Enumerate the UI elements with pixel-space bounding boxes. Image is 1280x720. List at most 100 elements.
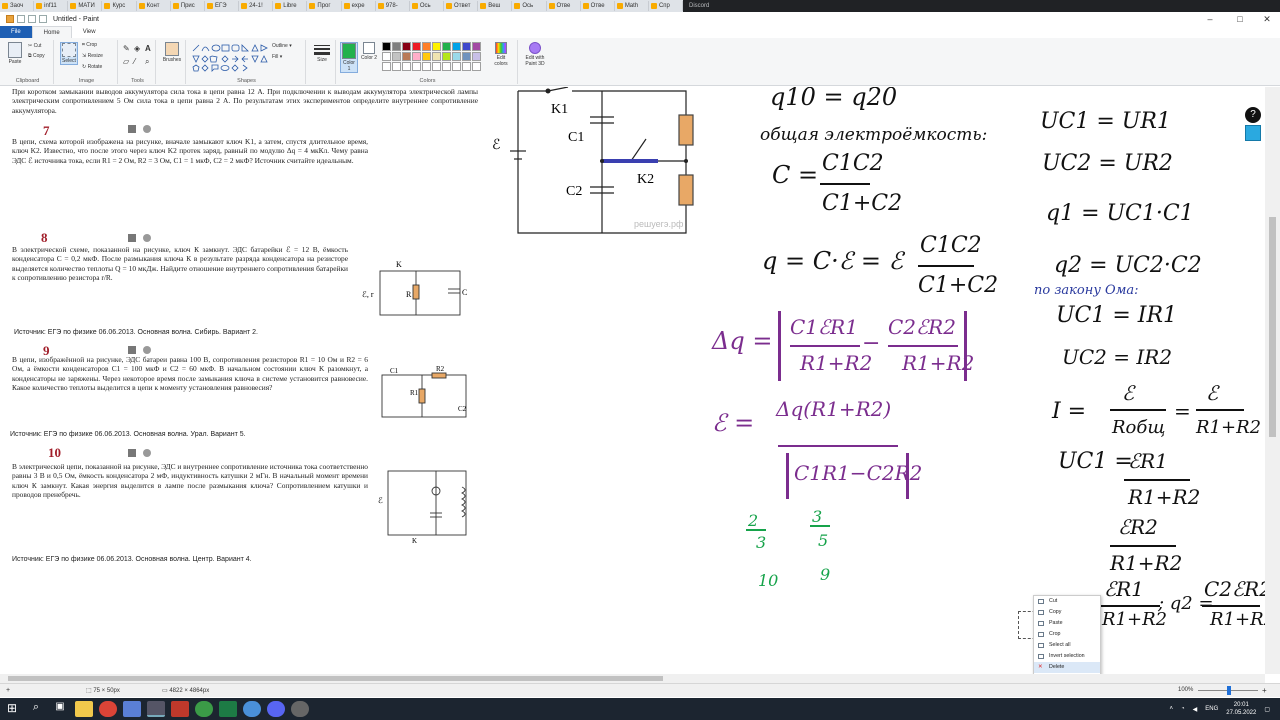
copy-button[interactable]: ⧉ Copy: [28, 53, 45, 59]
save-icon[interactable]: [17, 15, 25, 23]
browser-tab[interactable]: Прог: [307, 1, 342, 11]
context-menu-item[interactable]: ✕ Delete: [1034, 662, 1100, 673]
browser-tab[interactable]: Ось: [512, 1, 547, 11]
problem-8-info-icon[interactable]: [143, 234, 151, 242]
palette-empty-swatch[interactable]: [392, 62, 401, 71]
palette-swatch[interactable]: [462, 42, 471, 51]
palette-swatch[interactable]: [452, 52, 461, 61]
context-menu-item[interactable]: Paste: [1034, 618, 1100, 629]
paint3d-button[interactable]: Edit with Paint 3D: [522, 42, 548, 67]
palette-empty-swatch[interactable]: [432, 62, 441, 71]
app-icon-3[interactable]: [195, 701, 213, 717]
problem-9-print-icon[interactable]: [128, 346, 136, 354]
hint-lightbulb-icon[interactable]: ?: [1245, 107, 1261, 123]
palette-empty-swatch[interactable]: [442, 62, 451, 71]
palette-swatch[interactable]: [442, 42, 451, 51]
problem-7-info-icon[interactable]: [143, 125, 151, 133]
palette-swatch[interactable]: [472, 42, 481, 51]
tab-view[interactable]: View: [72, 26, 107, 38]
palette-swatch[interactable]: [422, 52, 431, 61]
shapes-gallery[interactable]: [191, 43, 269, 73]
app-icon-5[interactable]: [291, 701, 309, 717]
browser-tab[interactable]: Курс: [102, 1, 137, 11]
palette-swatch[interactable]: [422, 42, 431, 51]
browser-tab[interactable]: Прис: [171, 1, 205, 11]
paste-button[interactable]: Paste: [6, 42, 24, 65]
horizontal-scrollbar[interactable]: [0, 674, 1265, 683]
color-picker-icon[interactable]: ⁄: [134, 57, 135, 66]
palette-swatch[interactable]: [432, 42, 441, 51]
palette-empty-swatch[interactable]: [462, 62, 471, 71]
zoom-slider-thumb[interactable]: [1227, 686, 1231, 695]
context-menu-item[interactable]: Crop: [1034, 629, 1100, 640]
close-button[interactable]: ✕: [1252, 12, 1280, 26]
palette-swatch[interactable]: [402, 42, 411, 51]
tab-home[interactable]: Home: [31, 26, 72, 38]
browser-tab[interactable]: Math: [615, 1, 649, 11]
tray-up-icon[interactable]: ˄: [1170, 706, 1174, 712]
size-button[interactable]: Size: [312, 43, 332, 63]
browser-tab[interactable]: 978-: [376, 1, 410, 11]
palette-swatch[interactable]: [412, 42, 421, 51]
context-menu-item[interactable]: Invert selection: [1034, 651, 1100, 662]
undo-icon[interactable]: [28, 15, 36, 23]
browser-tab[interactable]: inf11: [34, 1, 69, 11]
pencil-icon[interactable]: ✎: [123, 44, 130, 53]
horizontal-scroll-thumb[interactable]: [8, 676, 663, 681]
magnifier-icon[interactable]: ⌕: [145, 57, 149, 67]
palette-empty-swatch[interactable]: [412, 62, 421, 71]
browser-tab[interactable]: 24-1!: [239, 1, 274, 11]
text-tool-icon[interactable]: A: [145, 44, 151, 53]
vertical-scrollbar[interactable]: [1265, 87, 1280, 674]
paint-taskbar-icon[interactable]: [147, 701, 165, 717]
palette-swatch[interactable]: [382, 42, 391, 51]
edit-colors-button[interactable]: Edit colors: [490, 42, 512, 67]
browser-tab[interactable]: expe: [342, 1, 376, 11]
resize-button[interactable]: ⇲ Resize: [82, 53, 103, 59]
maximize-button[interactable]: □: [1225, 12, 1255, 26]
palette-swatch[interactable]: [392, 52, 401, 61]
tab-file[interactable]: File: [0, 26, 32, 38]
browser-tab[interactable]: Веш: [478, 1, 513, 11]
file-explorer-icon[interactable]: [75, 701, 93, 717]
brushes-button[interactable]: Brushes: [162, 42, 182, 63]
problem-10-print-icon[interactable]: [128, 449, 136, 457]
palette-empty-swatch[interactable]: [402, 62, 411, 71]
cut-button[interactable]: ✂ Cut: [28, 43, 41, 49]
color1-button[interactable]: Color 1: [340, 42, 358, 73]
rotate-button[interactable]: ↻ Rotate: [82, 64, 102, 70]
fill-bucket-icon[interactable]: ◈: [134, 44, 140, 53]
browser-tab[interactable]: Отве: [581, 1, 615, 11]
browser-tab[interactable]: Спр: [649, 1, 683, 11]
browser-tab[interactable]: Ось: [410, 1, 445, 11]
palette-empty-swatch[interactable]: [472, 62, 481, 71]
select-button[interactable]: Select: [60, 42, 78, 65]
color2-button[interactable]: Color 2: [360, 42, 378, 61]
excel-icon[interactable]: [219, 701, 237, 717]
app-icon-2[interactable]: [171, 701, 189, 717]
browser-tab[interactable]: Отве: [547, 1, 581, 11]
palette-swatch[interactable]: [462, 52, 471, 61]
browser-tab[interactable]: Libre: [273, 1, 308, 11]
palette-empty-swatch[interactable]: [422, 62, 431, 71]
fill-dropdown[interactable]: Fill ▾: [272, 54, 282, 60]
minimize-button[interactable]: –: [1195, 12, 1225, 26]
chrome-icon[interactable]: [99, 701, 117, 717]
palette-swatch[interactable]: [452, 42, 461, 51]
browser-tab[interactable]: ЕГЭ: [205, 1, 240, 11]
paint-canvas[interactable]: При коротком замыкании выводов аккумулят…: [0, 87, 1280, 674]
zoom-in-icon[interactable]: +: [1262, 686, 1267, 695]
keyboard-language[interactable]: ENG: [1205, 706, 1218, 712]
problem-9-info-icon[interactable]: [143, 346, 151, 354]
palette-empty-swatch[interactable]: [452, 62, 461, 71]
context-menu-item[interactable]: Copy: [1034, 607, 1100, 618]
side-tool-icon[interactable]: [1245, 125, 1261, 141]
browser-tab[interactable]: Заоч: [0, 1, 35, 11]
crop-button[interactable]: ⌗ Crop: [82, 42, 97, 48]
task-view-icon[interactable]: ▣: [51, 701, 69, 717]
redo-icon[interactable]: [39, 15, 47, 23]
palette-swatch[interactable]: [402, 52, 411, 61]
network-icon[interactable]: ◔: [1181, 706, 1185, 712]
app-icon-4[interactable]: [243, 701, 261, 717]
outline-dropdown[interactable]: Outline ▾: [272, 43, 292, 49]
